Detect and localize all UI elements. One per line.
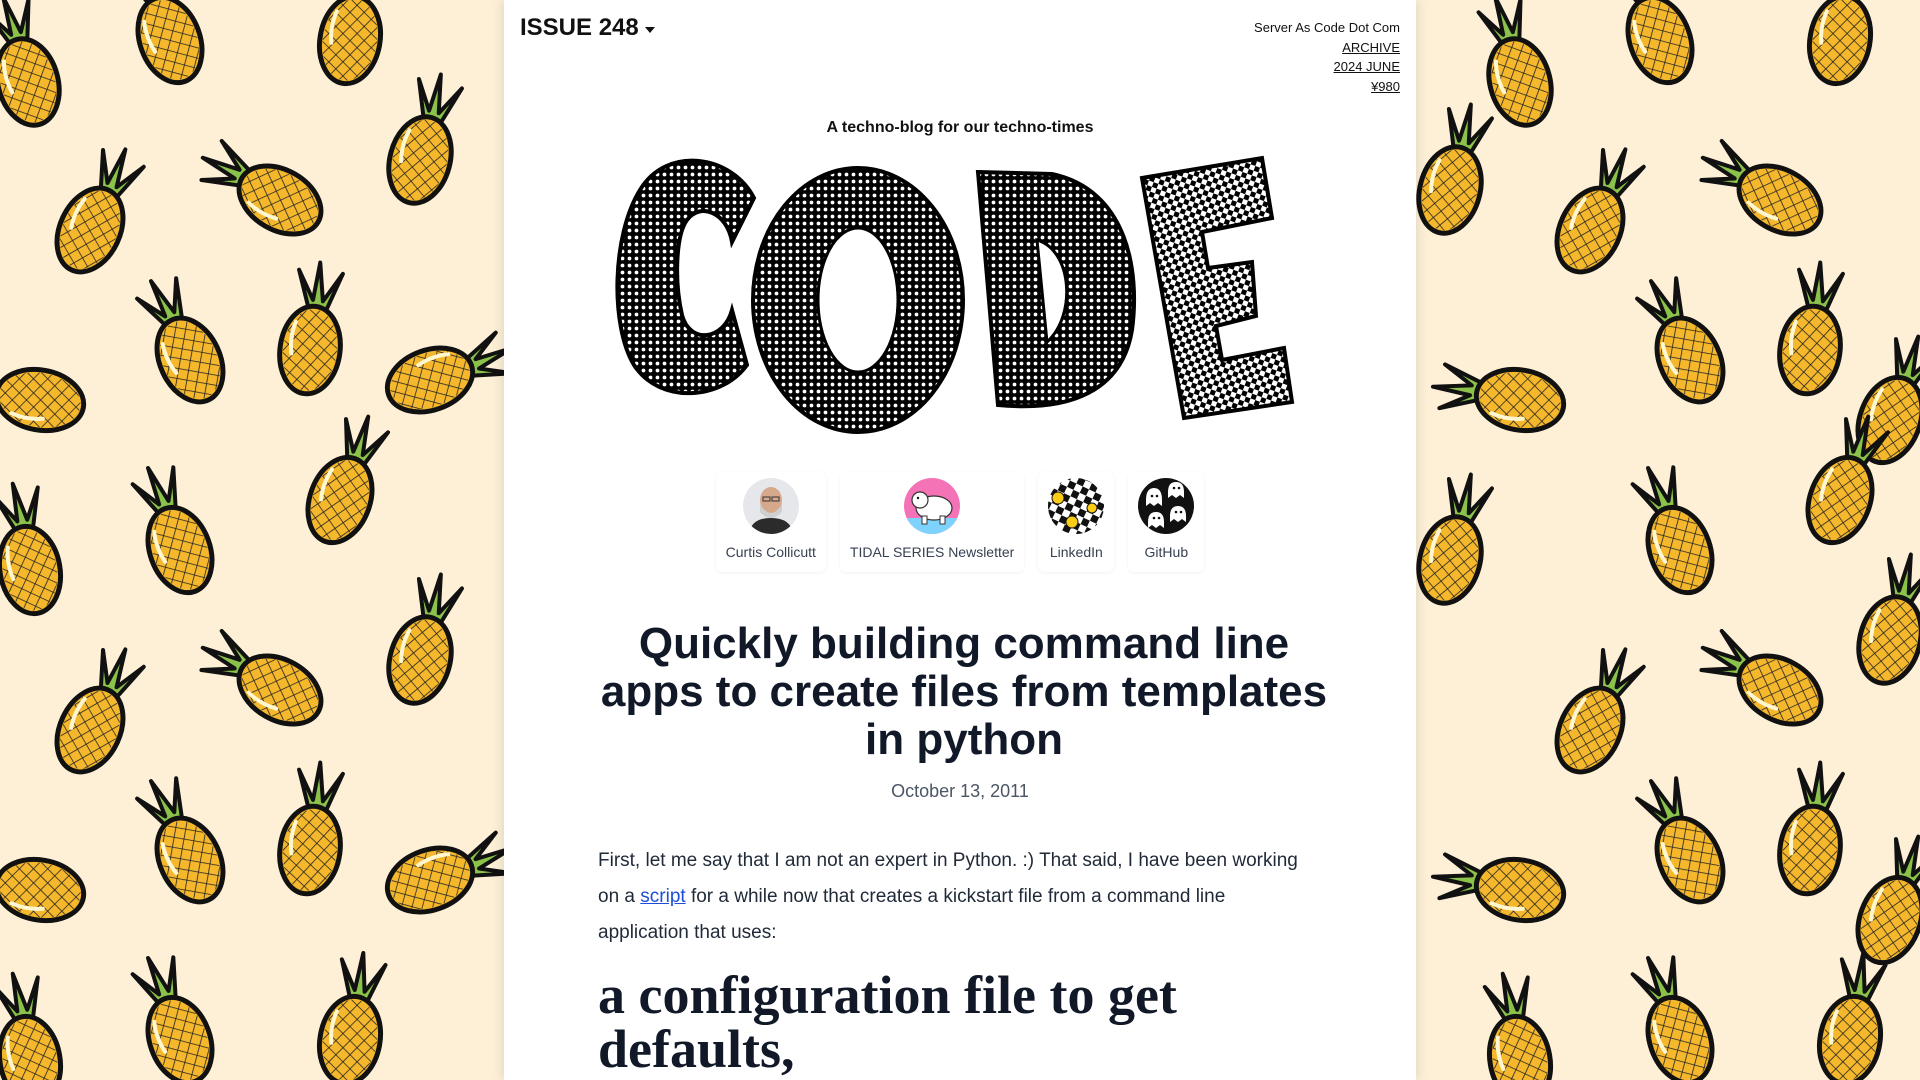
intro-text-after: for a while now that creates a kickstart…	[598, 886, 1226, 943]
issue-label: ISSUE 248	[520, 14, 639, 41]
link-label: TIDAL SERIES Newsletter	[849, 544, 1015, 560]
post-date: October 13, 2011	[891, 781, 1029, 801]
ghost-pattern-icon	[1138, 478, 1195, 534]
link-card-github[interactable]: GitHub	[1128, 472, 1204, 572]
code-logo	[615, 155, 1295, 434]
link-label: GitHub	[1144, 544, 1189, 560]
post-title: Quickly building command line apps to cr…	[600, 619, 1328, 764]
post-intro: First, let me say that I am not an exper…	[598, 843, 1320, 951]
profile-links: Curtis Collicutt TIDAL SERIES Newsletter	[504, 472, 1416, 572]
archive-link[interactable]: ARCHIVE	[1254, 38, 1400, 58]
edition-link[interactable]: 2024 JUNE	[1254, 57, 1400, 77]
tagline: A techno-blog for our techno-times	[826, 119, 1094, 136]
top-right-meta: Server As Code Dot Com ARCHIVE 2024 JUNE…	[1254, 18, 1400, 96]
site-name: Server As Code Dot Com	[1254, 20, 1400, 35]
link-card-curtis-collicutt[interactable]: Curtis Collicutt	[716, 472, 826, 572]
link-label: Curtis Collicutt	[725, 544, 816, 560]
link-card-linkedin[interactable]: LinkedIn	[1038, 472, 1114, 572]
checkerboard-smiley-icon	[1048, 478, 1105, 534]
section-heading: a configuration file to get defaults,	[598, 965, 1177, 1079]
caret-down-icon	[644, 26, 655, 33]
link-label: LinkedIn	[1049, 544, 1103, 560]
script-link[interactable]: script	[640, 886, 685, 907]
link-card-tidal-series[interactable]: TIDAL SERIES Newsletter	[840, 472, 1024, 572]
content-column: ISSUE 248 Server As Code Dot Com ARCHIVE…	[504, 0, 1416, 1080]
issue-dropdown[interactable]: ISSUE 248	[520, 14, 655, 42]
polar-bear-icon	[904, 478, 961, 534]
price-link[interactable]: ¥980	[1254, 77, 1400, 97]
avatar-portrait-icon	[742, 478, 799, 534]
